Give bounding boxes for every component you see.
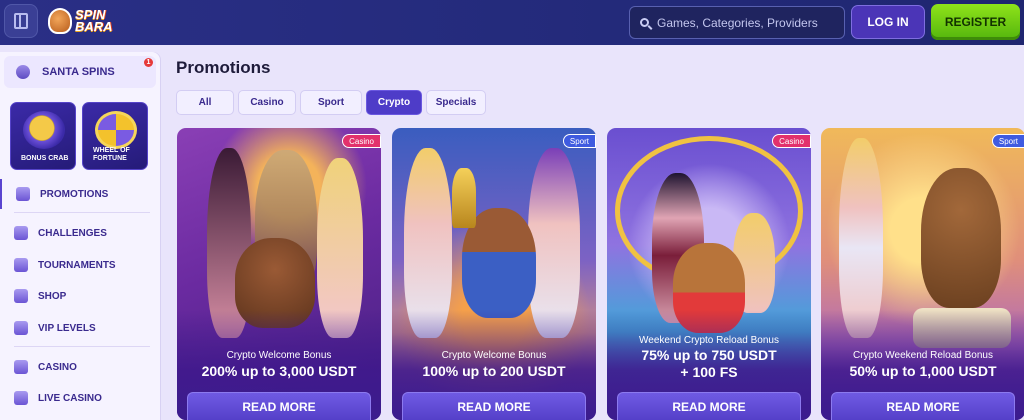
wheel-of-fortune-tile[interactable]: WHEEL OF FORTUNE — [82, 102, 148, 170]
promo-subtitle: Crypto Welcome Bonus — [226, 350, 332, 361]
tab-specials[interactable]: Specials — [426, 90, 486, 115]
login-button[interactable]: LOG IN — [851, 5, 925, 39]
promo-card[interactable]: Casino Weekend Crypto Reload Bonus 75% u… — [607, 128, 811, 420]
sidebar-divider — [14, 212, 150, 213]
santa-spins-item[interactable]: SANTA SPINS 1 — [4, 56, 156, 88]
tab-sport[interactable]: Sport — [300, 90, 362, 115]
sidebar-item-live-casino[interactable]: LIVE CASINO — [0, 383, 160, 413]
sidebar-item-label: CHALLENGES — [38, 227, 107, 239]
sidebar: SANTA SPINS 1 BONUS CRAB WHEEL OF FORTUN… — [0, 52, 160, 420]
promo-offer: 75% up to 750 USDT — [641, 347, 777, 363]
capybara-logo-icon — [48, 8, 72, 34]
sidebar-item-tournaments[interactable]: TOURNAMENTS — [0, 250, 160, 280]
trophy-image — [452, 168, 476, 228]
sidebar-item-vip-levels[interactable]: VIP LEVELS — [0, 313, 160, 343]
read-more-button[interactable]: READ MORE — [617, 392, 801, 420]
promo-card[interactable]: Sport Crypto Weekend Reload Bonus 50% up… — [821, 128, 1024, 420]
category-tag: Sport — [991, 134, 1024, 148]
read-more-button[interactable]: READ MORE — [187, 392, 371, 420]
promo-card[interactable]: Casino Crypto Welcome Bonus 200% up to 3… — [177, 128, 381, 420]
sidebar-divider — [14, 346, 150, 347]
casino-icon — [14, 360, 28, 374]
promo-subtitle: Weekend Crypto Reload Bonus — [639, 335, 779, 346]
sidebar-item-label: PROMOTIONS — [40, 188, 109, 200]
promo-offer: 100% up to 200 USDT — [422, 363, 566, 379]
sidebar-item-promotions[interactable]: PROMOTIONS — [0, 179, 160, 209]
read-more-button[interactable]: READ MORE — [831, 392, 1015, 420]
tab-casino[interactable]: Casino — [238, 90, 296, 115]
logo-text: SPIN BARA — [75, 7, 113, 34]
crown-icon — [14, 321, 28, 335]
search-box[interactable] — [629, 6, 845, 39]
tab-crypto[interactable]: Crypto — [366, 90, 422, 115]
promo-subtitle: Crypto Welcome Bonus — [441, 350, 547, 361]
promo-offer-extra: + 100 FS — [680, 364, 738, 380]
category-tag: Casino — [772, 134, 811, 148]
bonus-crab-icon — [23, 111, 65, 149]
register-button[interactable]: REGISTER — [931, 4, 1020, 40]
promotion-filter-tabs: All Casino Sport Crypto Specials — [176, 90, 486, 115]
search-input[interactable] — [657, 15, 837, 30]
tab-all[interactable]: All — [176, 90, 234, 115]
logo[interactable]: SPIN BARA — [48, 5, 128, 37]
character-image — [839, 138, 883, 338]
bonus-crab-tile[interactable]: BONUS CRAB — [10, 102, 76, 170]
sidebar-item-label: VIP LEVELS — [38, 322, 96, 334]
challenges-icon — [14, 226, 28, 240]
promo-offer: 50% up to 1,000 USDT — [849, 363, 997, 379]
sidebar-item-label: CASINO — [38, 361, 77, 373]
promotions-icon — [16, 187, 30, 201]
sidebar-item-label: LIVE CASINO — [38, 392, 102, 404]
shop-icon — [14, 289, 28, 303]
promo-subtitle: Crypto Weekend Reload Bonus — [853, 350, 993, 361]
wheel-of-fortune-label: WHEEL OF FORTUNE — [93, 147, 130, 162]
sidebar-item-label: TOURNAMENTS — [38, 259, 116, 271]
wheel-of-fortune-icon — [95, 111, 137, 149]
sidebar-toggle-button[interactable] — [4, 4, 38, 38]
category-tag: Casino — [342, 134, 381, 148]
live-casino-icon — [14, 391, 28, 405]
sidebar-item-label: SHOP — [38, 290, 67, 302]
sidebar-item-shop[interactable]: SHOP — [0, 281, 160, 311]
promo-card[interactable]: Sport Crypto Welcome Bonus 100% up to 20… — [392, 128, 596, 420]
santa-spins-icon — [16, 65, 30, 79]
santa-spins-label: SANTA SPINS — [42, 66, 115, 78]
page-title: Promotions — [176, 58, 271, 77]
bonus-crab-label: BONUS CRAB — [21, 155, 69, 162]
read-more-button[interactable]: READ MORE — [402, 392, 586, 420]
trophy-icon — [14, 258, 28, 272]
search-icon — [640, 18, 649, 27]
notification-badge: 1 — [144, 58, 153, 67]
category-tag: Sport — [562, 134, 596, 148]
sidebar-toggle-icon — [14, 13, 28, 29]
sidebar-item-challenges[interactable]: CHALLENGES — [0, 218, 160, 248]
sidebar-item-casino[interactable]: CASINO — [0, 352, 160, 382]
promo-offer: 200% up to 3,000 USDT — [201, 363, 357, 379]
top-header: SPIN BARA LOG IN REGISTER — [0, 0, 1024, 45]
capybara-mascot-image — [921, 168, 1001, 308]
